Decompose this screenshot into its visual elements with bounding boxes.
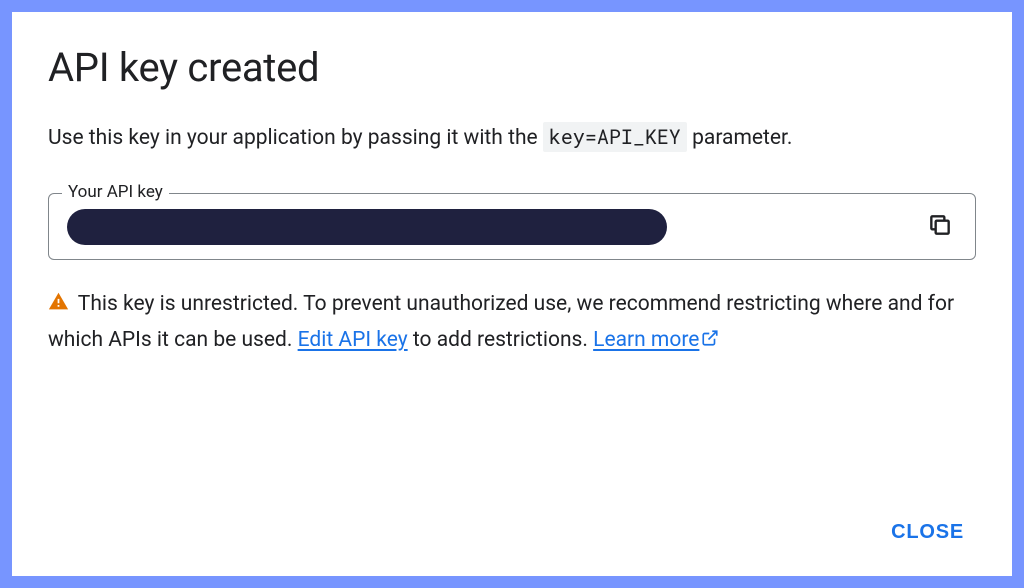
warning-icon [48, 290, 69, 324]
learn-more-link[interactable]: Learn more [593, 328, 719, 352]
learn-more-text: Learn more [593, 328, 699, 352]
copy-api-key-button[interactable] [923, 208, 957, 245]
api-key-field-label: Your API key [62, 182, 169, 202]
warning-text-mid: to add restrictions. [408, 328, 594, 352]
dialog-actions: CLOSE [48, 493, 976, 552]
description-text-pre: Use this key in your application by pass… [48, 126, 543, 150]
api-key-box [48, 193, 976, 260]
warning-message: This key is unrestricted. To prevent una… [48, 288, 976, 358]
description-text-post: parameter. [692, 126, 792, 150]
api-key-value-redacted [67, 209, 667, 245]
api-key-created-dialog: API key created Use this key in your app… [12, 12, 1012, 576]
api-key-field: Your API key [48, 193, 976, 260]
copy-icon [927, 212, 953, 241]
close-button[interactable]: CLOSE [879, 513, 976, 552]
dialog-description: Use this key in your application by pass… [48, 123, 976, 153]
edit-api-key-link[interactable]: Edit API key [298, 328, 408, 352]
param-code-snippet: key=API_KEY [543, 122, 687, 152]
external-link-icon [701, 325, 719, 359]
dialog-title: API key created [48, 44, 976, 91]
